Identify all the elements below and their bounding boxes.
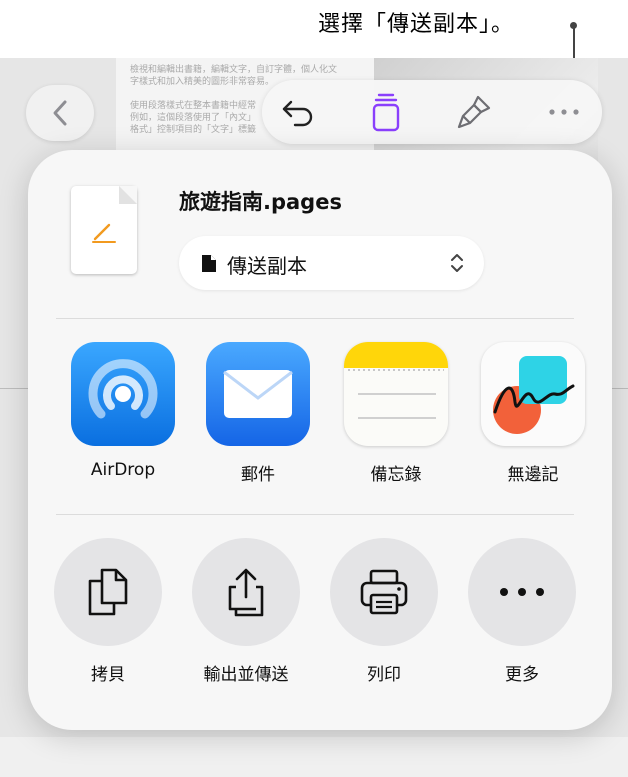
action-label: 拷貝 — [91, 665, 125, 685]
mail-icon — [206, 342, 310, 446]
ellipsis-icon — [500, 588, 544, 596]
send-copy-selector[interactable]: 傳送副本 — [179, 236, 484, 290]
file-name: 旅遊指南.pages — [179, 190, 342, 214]
toolbar — [262, 80, 602, 144]
app-label: AirDrop — [90, 460, 156, 480]
action-print[interactable]: 列印 — [324, 538, 444, 685]
freeform-icon — [481, 342, 585, 446]
app-mail[interactable]: 郵件 — [203, 342, 313, 485]
chevron-left-icon — [53, 100, 67, 126]
notes-icon — [344, 342, 448, 446]
action-more[interactable]: 更多 — [462, 538, 582, 685]
paintbrush-icon — [457, 95, 491, 129]
airdrop-icon — [71, 342, 175, 446]
ellipsis-icon — [549, 109, 579, 115]
send-option-label: 傳送副本 — [227, 254, 307, 278]
chevron-updown-icon — [451, 254, 463, 272]
app-freeform[interactable]: 無邊記 — [478, 342, 588, 485]
app-label: 無邊記 — [507, 465, 559, 485]
copy-icon — [88, 568, 128, 616]
app-label: 備忘錄 — [370, 465, 422, 485]
back-button[interactable] — [26, 85, 94, 141]
printer-icon — [360, 569, 408, 615]
bottom-area — [0, 737, 628, 777]
action-label: 更多 — [505, 665, 539, 685]
app-notes[interactable]: 備忘錄 — [341, 342, 451, 485]
format-button[interactable] — [452, 92, 496, 132]
document-icon — [202, 255, 216, 272]
undo-button[interactable] — [276, 92, 320, 132]
action-label: 輸出並傳送 — [203, 665, 289, 685]
file-thumbnail — [71, 186, 137, 274]
action-copy[interactable]: 拷貝 — [48, 538, 168, 685]
more-button[interactable] — [542, 92, 586, 132]
page-icon — [372, 93, 400, 132]
undo-icon — [282, 100, 313, 127]
app-label: 郵件 — [241, 465, 275, 485]
callout-text: 選擇「傳送副本」。 — [318, 12, 515, 37]
pages-button[interactable] — [364, 92, 408, 132]
action-label: 列印 — [367, 665, 401, 685]
doc-text-line: 格式」控制項目的「文字」標籤 — [130, 125, 257, 135]
export-icon — [228, 568, 264, 617]
pencil-icon — [92, 223, 116, 243]
divider — [56, 514, 574, 515]
divider — [56, 318, 574, 319]
share-sheet: 旅遊指南.pages 傳送副本 AirDrop 郵件 備忘錄 無邊記 拷貝 輸出… — [28, 150, 612, 730]
action-export-send[interactable]: 輸出並傳送 — [186, 538, 306, 685]
doc-text-line: 字樣式和加入精美的圖形非常容易。 — [130, 77, 275, 87]
app-airdrop[interactable]: AirDrop — [68, 342, 178, 480]
